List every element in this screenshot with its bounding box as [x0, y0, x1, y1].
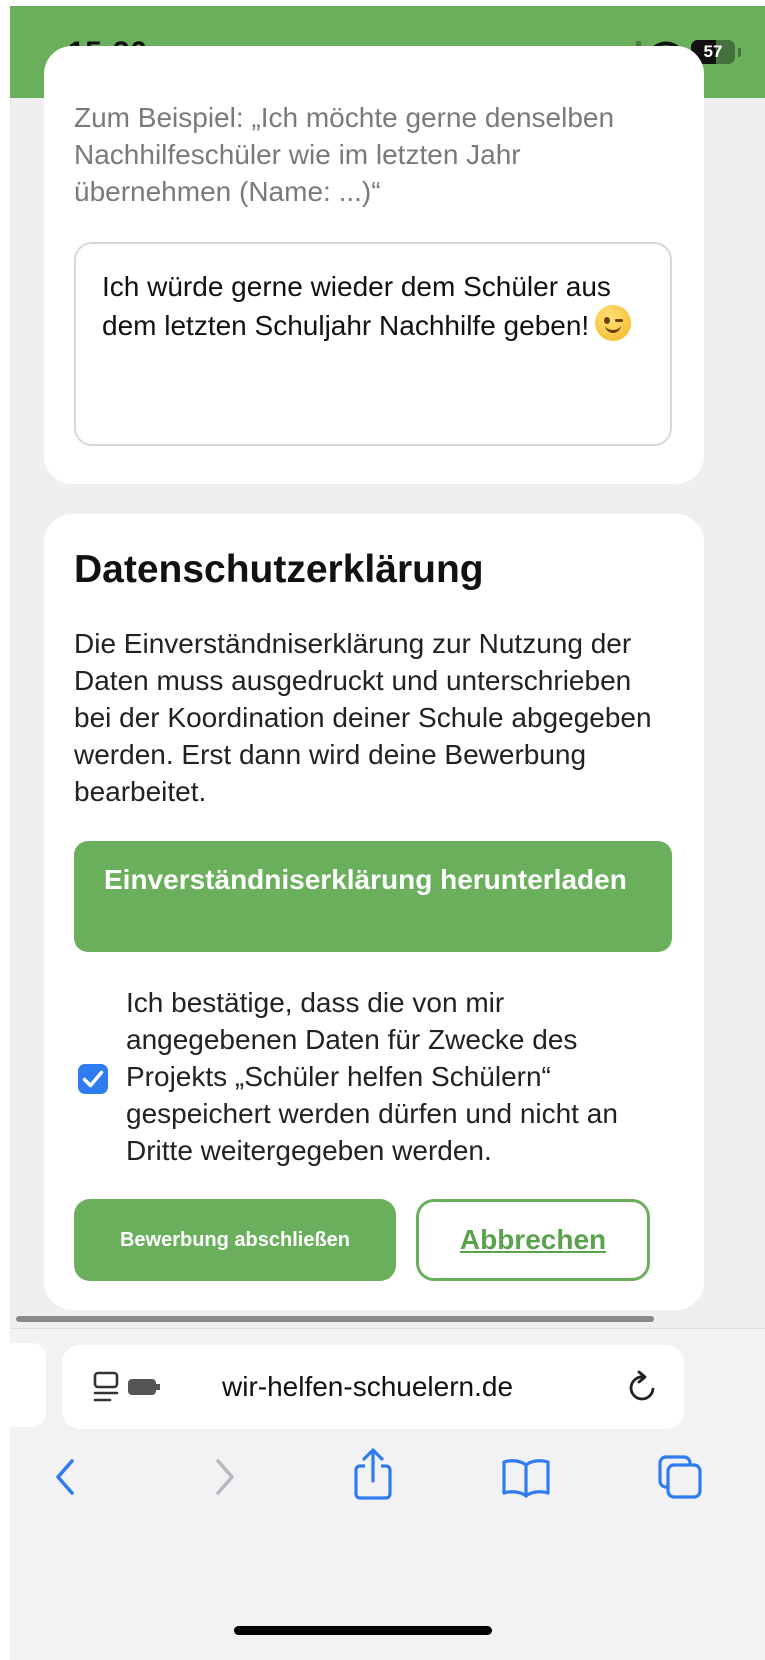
privacy-card: Datenschutzerklärung Die Einverständnise…: [44, 514, 704, 1310]
scroll-indicator[interactable]: [16, 1316, 654, 1322]
consent-checkbox[interactable]: [78, 1064, 108, 1094]
home-indicator[interactable]: [234, 1626, 492, 1635]
forward-icon[interactable]: [206, 1453, 242, 1501]
reload-icon[interactable]: [626, 1369, 660, 1405]
winking-face-emoji-icon: [595, 305, 632, 341]
url-text: wir-helfen-schuelern.de: [222, 1371, 514, 1402]
browser-toolbar: wir-helfen-schuelern.de: [10, 1328, 765, 1660]
share-icon[interactable]: [352, 1447, 394, 1501]
preference-textarea[interactable]: Ich würde gerne wieder dem Schüler aus d…: [74, 242, 672, 446]
address-bar[interactable]: wir-helfen-schuelern.de: [62, 1345, 684, 1429]
preference-card: Zum Beispiel: „Ich möchte gerne denselbe…: [44, 46, 704, 484]
checkmark-icon: [82, 1070, 104, 1088]
privacy-title: Datenschutzerklärung: [74, 548, 484, 591]
preference-hint: Zum Beispiel: „Ich möchte gerne denselbe…: [74, 102, 615, 207]
bookmarks-icon[interactable]: [500, 1453, 552, 1501]
consent-row: Ich bestätige, dass die von mir angegebe…: [74, 984, 674, 1174]
previous-tab-preview[interactable]: [10, 1343, 46, 1427]
submit-application-button[interactable]: Bewerbung abschließen: [74, 1199, 396, 1281]
privacy-body: Die Einverständniserklärung zur Nutzung …: [74, 628, 652, 807]
textarea-value: Ich würde gerne wieder dem Schüler aus d…: [102, 271, 611, 341]
page-menu-icon[interactable]: [92, 1369, 166, 1405]
battery-level: 57: [703, 42, 723, 61]
back-icon[interactable]: [48, 1453, 84, 1501]
download-consent-button[interactable]: Einverständniserklärung herunterladen: [74, 841, 672, 952]
cancel-button[interactable]: Abbrechen: [416, 1199, 650, 1281]
tabs-icon[interactable]: [656, 1453, 704, 1501]
phone-screen: 15:36 57 Zum Beispiel: „Ich möchte gerne…: [10, 6, 765, 1660]
consent-label[interactable]: Ich bestätige, dass die von mir angegebe…: [126, 984, 671, 1169]
